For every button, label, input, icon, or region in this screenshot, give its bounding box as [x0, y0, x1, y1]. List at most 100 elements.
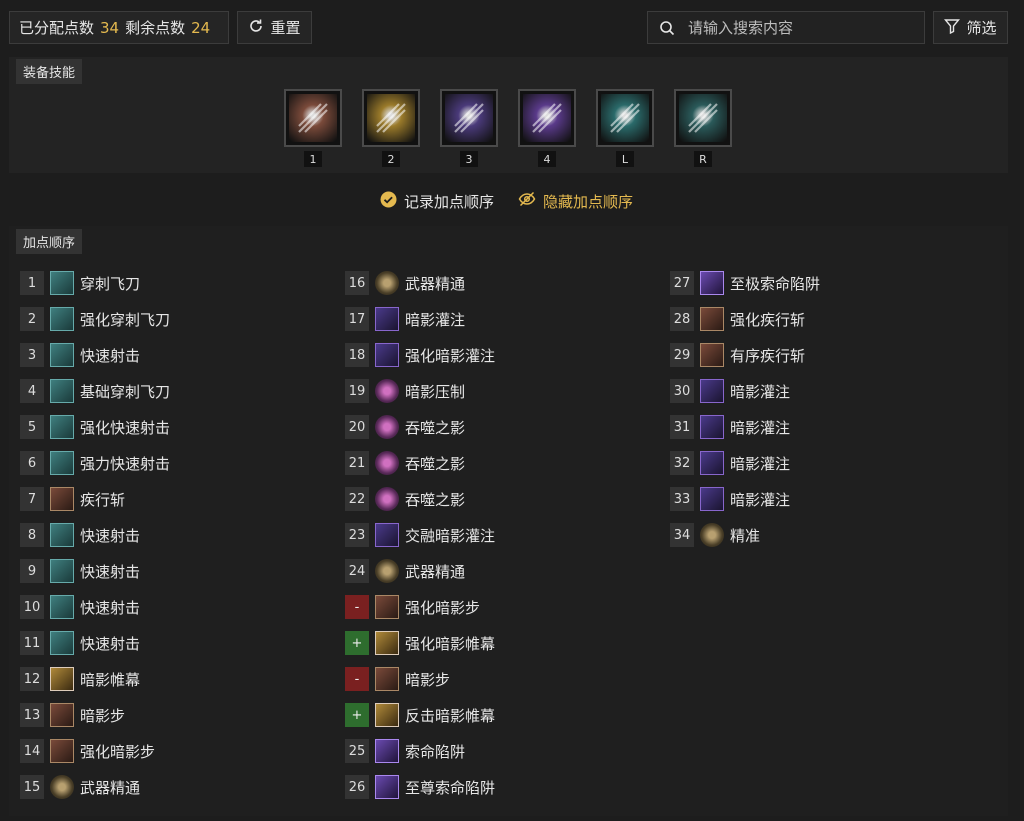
filter-label: 筛选 [966, 19, 997, 37]
slot-key-label: R [694, 151, 712, 167]
skill-order-row[interactable]: 6 强力快速射击 [20, 451, 170, 475]
order-number-badge: 4 [20, 379, 44, 403]
skill-name: 索命陷阱 [405, 742, 466, 761]
plus-badge: + [345, 631, 369, 655]
skill-order-row[interactable]: 34 精准 [670, 523, 760, 547]
skill-order-row[interactable]: 23 交融暗影灌注 [345, 523, 495, 547]
skill-order-row[interactable]: 33 暗影灌注 [670, 487, 790, 511]
skill-order-row[interactable]: 19 暗影压制 [345, 379, 465, 403]
skill-icon [50, 559, 74, 583]
skill-icon [700, 271, 724, 295]
skill-icon [375, 379, 399, 403]
skill-name: 反击暗影帷幕 [405, 706, 496, 725]
equipped-slot-frame [596, 89, 654, 147]
skill-name: 吞噬之影 [405, 454, 466, 473]
skill-icon [375, 667, 399, 691]
skill-order-row[interactable]: 25 索命陷阱 [345, 739, 465, 763]
equipped-slot-1[interactable]: 1 [284, 89, 342, 167]
order-options: 记录加点顺序 隐藏加点顺序 [380, 190, 633, 212]
skill-name: 武器精通 [405, 562, 466, 581]
skill-order-row[interactable]: 27 至极索命陷阱 [670, 271, 820, 295]
equipped-slot-L[interactable]: L [596, 89, 654, 167]
search-box[interactable] [647, 11, 925, 44]
skill-order-row[interactable]: 24 武器精通 [345, 559, 465, 583]
minus-badge: - [345, 595, 369, 619]
skill-name: 暗影灌注 [730, 490, 791, 509]
skill-order-row[interactable]: 22 吞噬之影 [345, 487, 465, 511]
hide-order-toggle[interactable]: 隐藏加点顺序 [518, 190, 633, 212]
order-number-badge: 30 [670, 379, 694, 403]
dark-shroud-icon [367, 94, 415, 142]
order-number-badge: 13 [20, 703, 44, 727]
skill-order-row[interactable]: 15 武器精通 [20, 775, 140, 799]
skill-icon [700, 379, 724, 403]
order-number-badge: 28 [670, 307, 694, 331]
record-order-toggle[interactable]: 记录加点顺序 [380, 191, 494, 212]
skill-order-row[interactable]: 5 强化快速射击 [20, 415, 170, 439]
skill-icon [50, 667, 74, 691]
skill-name: 强化暗影灌注 [405, 346, 496, 365]
skill-order-row[interactable]: 18 强化暗影灌注 [345, 343, 495, 367]
skill-order-row[interactable]: 20 吞噬之影 [345, 415, 465, 439]
skill-order-row[interactable]: - 强化暗影步 [345, 595, 480, 619]
equipped-skills-panel [9, 57, 1008, 173]
skill-order-row[interactable]: 26 至尊索命陷阱 [345, 775, 495, 799]
shadow-trap-icon [523, 94, 571, 142]
filter-button[interactable]: 筛选 [933, 11, 1008, 44]
equipped-slot-4[interactable]: 4 [518, 89, 576, 167]
skill-order-row[interactable]: 29 有序疾行斩 [670, 343, 805, 367]
skill-order-row[interactable]: 9 快速射击 [20, 559, 140, 583]
order-number-badge: 20 [345, 415, 369, 439]
skill-icon [375, 451, 399, 475]
equipped-slot-2[interactable]: 2 [362, 89, 420, 167]
skill-icon [50, 487, 74, 511]
skill-order-row[interactable]: 21 吞噬之影 [345, 451, 465, 475]
skill-order-row[interactable]: 32 暗影灌注 [670, 451, 790, 475]
skill-name: 吞噬之影 [405, 490, 466, 509]
skill-order-row[interactable]: 13 暗影步 [20, 703, 125, 727]
skill-icon [700, 487, 724, 511]
skill-order-row[interactable]: 16 武器精通 [345, 271, 465, 295]
order-number-badge: 19 [345, 379, 369, 403]
order-number-badge: 23 [345, 523, 369, 547]
check-circle-icon [380, 191, 397, 212]
skill-name: 暗影灌注 [730, 382, 791, 401]
order-number-badge: 14 [20, 739, 44, 763]
skill-order-row[interactable]: + 强化暗影帷幕 [345, 631, 495, 655]
penetrating-shot-icon [289, 94, 337, 142]
equipped-slot-frame [440, 89, 498, 147]
order-number-badge: 6 [20, 451, 44, 475]
skill-icon [700, 307, 724, 331]
skill-order-row[interactable]: 30 暗影灌注 [670, 379, 790, 403]
skill-order-row[interactable]: 8 快速射击 [20, 523, 140, 547]
skill-name: 快速射击 [80, 562, 141, 581]
equipped-slot-R[interactable]: R [674, 89, 732, 167]
order-number-badge: 16 [345, 271, 369, 295]
search-input[interactable] [686, 17, 920, 38]
skill-order-row[interactable]: - 暗影步 [345, 667, 450, 691]
skill-order-row[interactable]: 1 穿刺飞刀 [20, 271, 140, 295]
skill-order-row[interactable]: 4 基础穿刺飞刀 [20, 379, 170, 403]
skill-order-row[interactable]: 28 强化疾行斩 [670, 307, 805, 331]
reset-button[interactable]: 重置 [237, 11, 312, 44]
skill-name: 快速射击 [80, 634, 141, 653]
skill-order-row[interactable]: 2 强化穿刺飞刀 [20, 307, 170, 331]
skill-icon [700, 343, 724, 367]
skill-order-row[interactable]: 10 快速射击 [20, 595, 140, 619]
skill-order-row[interactable]: + 反击暗影帷幕 [345, 703, 495, 727]
skill-order-row[interactable]: 14 强化暗影步 [20, 739, 155, 763]
skill-order-row[interactable]: 12 暗影帷幕 [20, 667, 140, 691]
skill-order-row[interactable]: 11 快速射击 [20, 631, 140, 655]
skill-order-row[interactable]: 7 疾行斩 [20, 487, 125, 511]
skill-order-row[interactable]: 3 快速射击 [20, 343, 140, 367]
order-number-badge: 2 [20, 307, 44, 331]
slot-key-label: L [616, 151, 634, 167]
skill-name: 疾行斩 [80, 490, 126, 509]
skill-name: 强力快速射击 [80, 454, 171, 473]
skill-name: 强化暗影步 [80, 742, 156, 761]
plus-badge: + [345, 703, 369, 727]
skill-order-row[interactable]: 31 暗影灌注 [670, 415, 790, 439]
skill-name: 快速射击 [80, 526, 141, 545]
equipped-slot-3[interactable]: 3 [440, 89, 498, 167]
skill-order-row[interactable]: 17 暗影灌注 [345, 307, 465, 331]
